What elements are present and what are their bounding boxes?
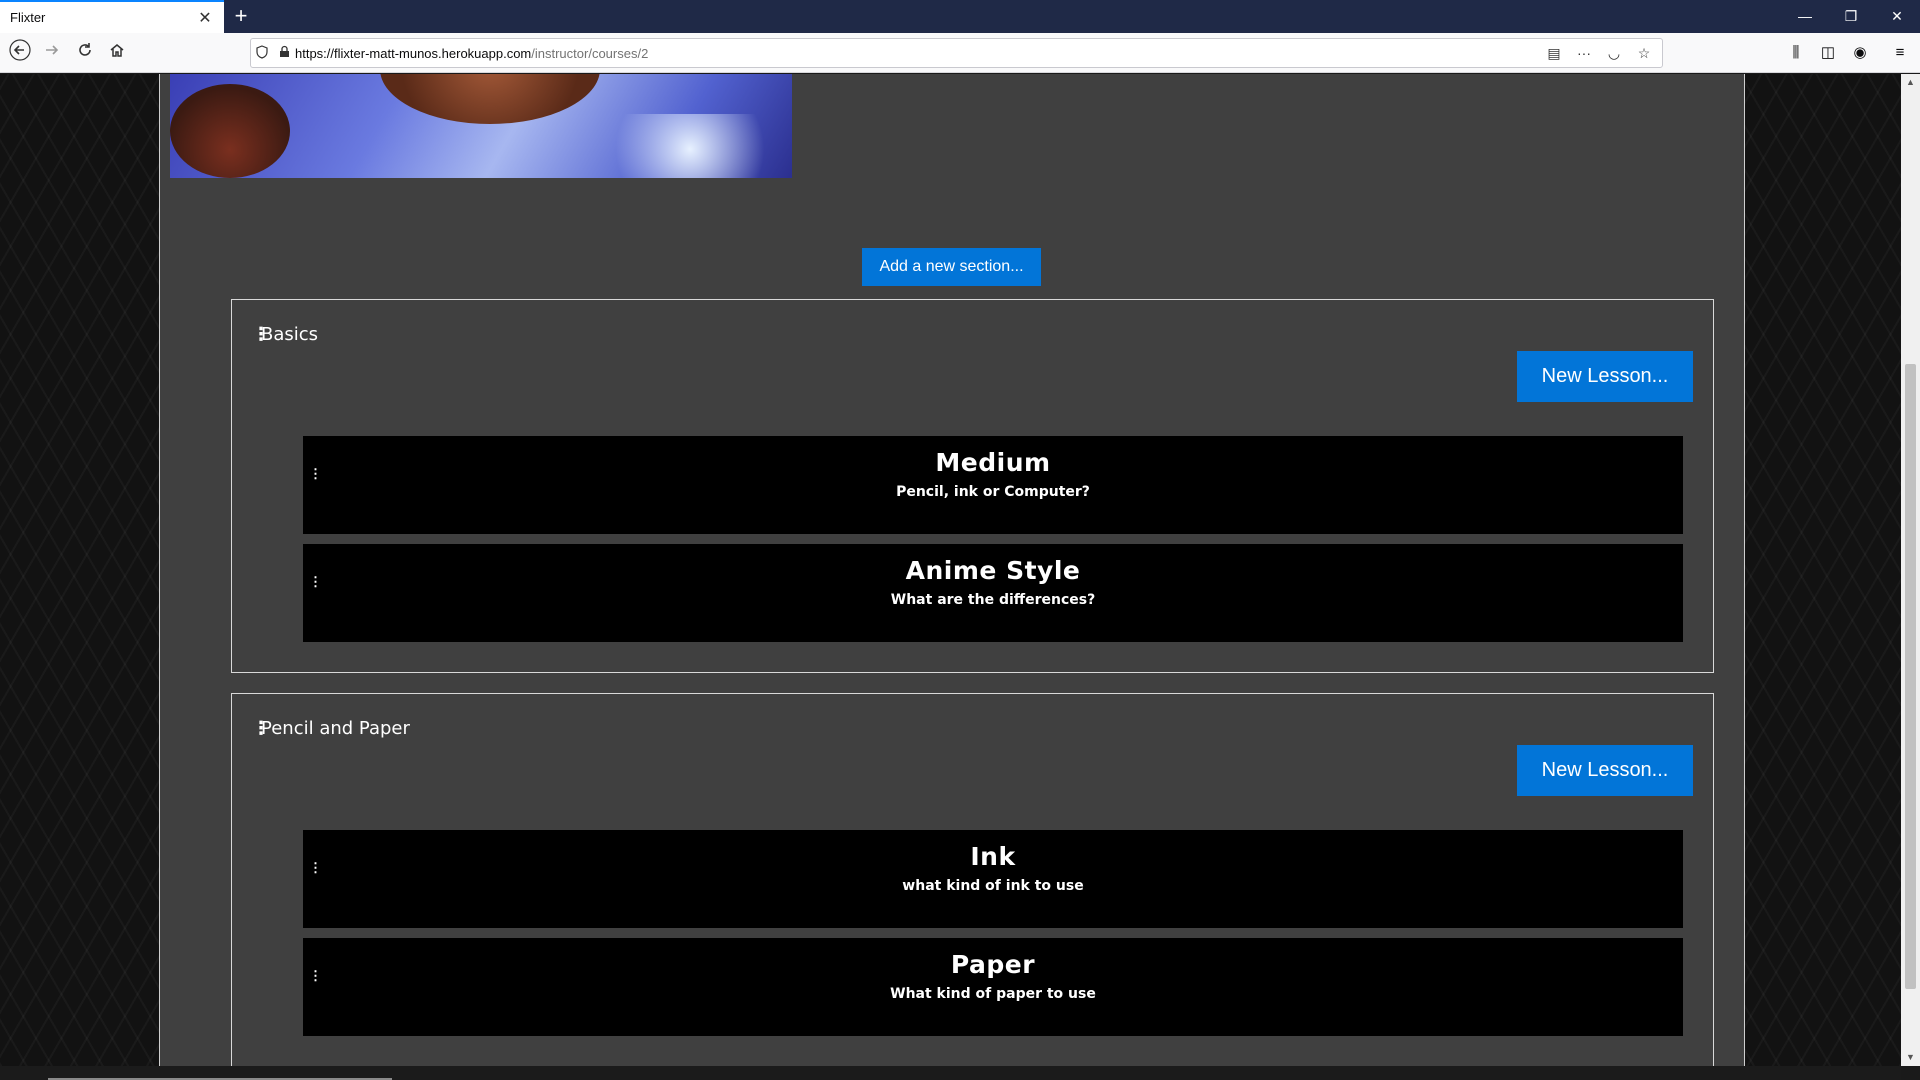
bookmark-star-icon[interactable]: ☆ — [1634, 45, 1654, 62]
forward-arrow-icon[interactable] — [38, 39, 66, 67]
close-window-icon[interactable]: ✕ — [1874, 0, 1920, 33]
lesson-subtitle: what kind of ink to use — [902, 878, 1084, 894]
restore-icon[interactable]: ❐ — [1828, 0, 1874, 33]
section-title-text: Basics — [261, 324, 319, 345]
library-icon[interactable]: ⫼ — [1780, 39, 1812, 67]
shield-icon[interactable] — [251, 44, 273, 62]
course-panel: Add a new section... ⋮ Basics New Lesson… — [159, 74, 1745, 1066]
section-title: ⋮ Basics — [252, 324, 318, 345]
drag-handle-icon[interactable]: ⋮ — [252, 718, 270, 739]
back-arrow-icon[interactable] — [6, 39, 34, 67]
section-title-text: Pencil and Paper — [261, 718, 410, 739]
scrollbar-thumb[interactable] — [1905, 364, 1916, 989]
section-title: ⋮ Pencil and Paper — [252, 718, 410, 739]
page-actions-icon[interactable]: ··· — [1574, 45, 1594, 61]
browser-toolbar: https://flixter-matt-munos.herokuapp.com… — [0, 33, 1920, 73]
home-icon[interactable] — [103, 39, 131, 67]
url-actions: ▤ ··· ◡ ☆ — [1544, 39, 1654, 67]
account-icon[interactable]: ◉ — [1844, 39, 1876, 67]
drag-handle-icon[interactable]: ⋮ — [252, 324, 270, 345]
tab-title: Flixter — [10, 10, 46, 25]
lesson-title: Anime Style — [905, 556, 1081, 585]
lesson-card[interactable]: ⋮ Ink what kind of ink to use — [303, 830, 1683, 928]
pocket-icon[interactable]: ◡ — [1604, 45, 1624, 62]
close-tab-icon[interactable]: ✕ — [196, 8, 214, 28]
lesson-card[interactable]: ⋮ Paper What kind of paper to use — [303, 938, 1683, 1036]
url-path: /instructor/courses/2 — [531, 45, 649, 61]
menu-icon[interactable]: ≡ — [1884, 39, 1916, 67]
browser-tab[interactable]: Flixter ✕ — [0, 0, 224, 33]
section-pencil-and-paper: ⋮ Pencil and Paper New Lesson... ⋮ Ink w… — [231, 693, 1714, 1066]
add-section-button[interactable]: Add a new section... — [862, 248, 1041, 286]
scroll-up-arrow-icon[interactable]: ▲ — [1901, 74, 1920, 91]
scroll-down-arrow-icon[interactable]: ▼ — [1901, 1049, 1920, 1066]
horizontal-scrollbar[interactable] — [0, 1066, 1901, 1080]
minimize-icon[interactable]: — — [1782, 0, 1828, 33]
lesson-title: Medium — [935, 448, 1051, 477]
lesson-subtitle: Pencil, ink or Computer? — [896, 484, 1090, 500]
section-basics: ⋮ Basics New Lesson... ⋮ Medium Pencil, … — [231, 299, 1714, 673]
new-tab-button[interactable]: + — [229, 4, 253, 28]
new-lesson-button[interactable]: New Lesson... — [1517, 351, 1693, 402]
url-bar[interactable]: https://flixter-matt-munos.herokuapp.com… — [250, 38, 1663, 68]
toolbar-right: ⫼ ◫ ◉ ≡ — [1780, 39, 1916, 67]
vertical-scrollbar[interactable]: ▲ ▼ — [1901, 74, 1920, 1066]
lesson-subtitle: What are the differences? — [890, 592, 1096, 608]
sidebar-icon[interactable]: ◫ — [1812, 39, 1844, 67]
reader-view-icon[interactable]: ▤ — [1544, 45, 1564, 62]
lesson-subtitle: What kind of paper to use — [890, 986, 1096, 1002]
course-cover-image — [170, 74, 792, 178]
lesson-card[interactable]: ⋮ Medium Pencil, ink or Computer? — [303, 436, 1683, 534]
browser-tab-bar: Flixter ✕ + — ❐ ✕ — [0, 0, 1920, 33]
lesson-title: Paper — [950, 950, 1036, 979]
lesson-title: Ink — [970, 842, 1016, 871]
page-viewport: Add a new section... ⋮ Basics New Lesson… — [0, 74, 1901, 1066]
url-host: https://flixter-matt-munos.herokuapp.com — [295, 45, 532, 61]
lock-icon[interactable] — [273, 45, 295, 61]
reload-icon[interactable] — [71, 39, 99, 67]
new-lesson-button[interactable]: New Lesson... — [1517, 745, 1693, 796]
lesson-card[interactable]: ⋮ Anime Style What are the differences? — [303, 544, 1683, 642]
